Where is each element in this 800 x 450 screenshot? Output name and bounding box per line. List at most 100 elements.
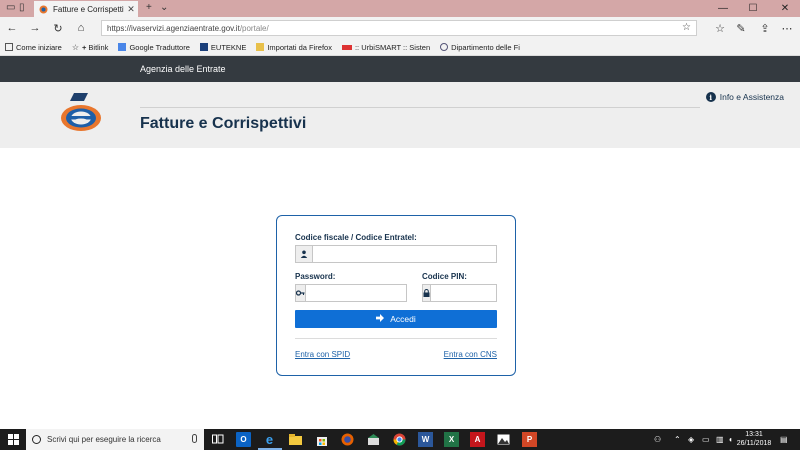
favorite-come-iniziare[interactable]: Come iniziare — [5, 43, 62, 52]
tab-aside-icon[interactable]: ▯ — [19, 2, 25, 13]
plus-icon: + — [82, 42, 87, 52]
spid-link[interactable]: Entra con SPID — [295, 350, 350, 359]
chrome-icon[interactable] — [392, 432, 407, 447]
cortana-icon — [32, 435, 41, 444]
network-icon[interactable]: ▥ — [716, 429, 724, 450]
codice-fiscale-field[interactable] — [295, 245, 497, 263]
page-title: Fatture e Corrispettivi — [140, 115, 307, 132]
windows-logo-icon — [7, 434, 19, 445]
home-button[interactable]: ⌂ — [73, 20, 89, 36]
browser-toolbar: ← → ↻ ⌂ https://ivaservizi.agenziaentrat… — [0, 17, 800, 39]
favorite-dipartimento[interactable]: Dipartimento delle Fi — [440, 43, 520, 52]
tray-expand-icon[interactable]: ⌃ — [674, 429, 681, 450]
document-icon — [5, 43, 13, 51]
photos-icon[interactable] — [496, 432, 511, 447]
address-bar[interactable]: https://ivaservizi.agenziaentrate.gov.it… — [101, 20, 697, 36]
new-tab-button[interactable]: + — [146, 2, 152, 13]
favorite-label: EUTEKNE — [210, 42, 247, 52]
file-explorer-icon[interactable] — [288, 432, 303, 447]
agency-name[interactable]: Agenzia delle Entrate — [140, 64, 226, 74]
pin-field[interactable] — [422, 284, 544, 302]
pin-input[interactable] — [431, 285, 544, 301]
sign-in-icon — [376, 314, 385, 324]
windows-taskbar: Scrivi qui per eseguire la ricerca O e W… — [0, 429, 800, 450]
browser-tab[interactable]: Fatture e Corrispettivi ✕ — [34, 1, 138, 17]
people-icon[interactable]: ⚇ — [654, 429, 661, 450]
browser-tab-strip: ▭ ▯ Fatture e Corrispettivi ✕ + ⌄ — ☐ ✕ — [0, 0, 800, 17]
firefox-icon[interactable] — [340, 432, 355, 447]
login-card: Codice fiscale / Codice Entratel: Passwo… — [276, 215, 544, 376]
url-host: https://ivaservizi.agenziaentrate.gov.it — [107, 23, 240, 33]
edge-icon[interactable]: e — [262, 432, 277, 447]
dropbox-icon[interactable]: ◈ — [688, 429, 694, 450]
maximize-button[interactable]: ☐ — [738, 0, 768, 17]
card-divider — [295, 338, 497, 339]
forward-button[interactable]: → — [27, 20, 43, 36]
favorites-hub-icon[interactable]: ☆ — [712, 20, 728, 36]
favorite-google-traduttore[interactable]: Google Traduttore — [118, 42, 190, 52]
powerpoint-icon[interactable]: P — [522, 432, 537, 447]
tab-preview-icon[interactable]: ▭ — [6, 2, 15, 13]
accedi-label: Accedi — [390, 314, 416, 324]
task-view-icon[interactable] — [210, 432, 225, 447]
taskbar-search-box[interactable]: Scrivi qui per eseguire la ricerca — [26, 429, 204, 450]
close-window-button[interactable]: ✕ — [770, 0, 800, 17]
eutekne-icon — [199, 43, 208, 51]
pin-label: Codice PIN: — [422, 272, 467, 281]
folder-icon — [256, 43, 265, 51]
password-input[interactable] — [306, 285, 419, 301]
word-icon[interactable]: W — [418, 432, 433, 447]
excel-icon[interactable]: X — [444, 432, 459, 447]
battery-icon[interactable]: ▭ — [702, 429, 710, 450]
tab-list-chevron-icon[interactable]: ⌄ — [160, 2, 168, 13]
urbismart-icon — [341, 44, 352, 50]
password-field[interactable] — [295, 284, 419, 302]
taskbar-clock[interactable]: 13:31 26/11/2018 — [736, 431, 772, 448]
back-button[interactable]: ← — [4, 20, 20, 36]
favorite-label: :: UrbiSMART :: Sisten — [354, 42, 431, 52]
favorite-label: Bitlink — [88, 42, 109, 52]
store-icon[interactable] — [314, 432, 329, 447]
favorite-urbismart[interactable]: :: UrbiSMART :: Sisten — [341, 42, 431, 52]
cns-link[interactable]: Entra con CNS — [444, 350, 497, 359]
key-icon — [296, 285, 306, 301]
url-path: /portale/ — [239, 23, 269, 33]
lock-icon — [423, 285, 431, 301]
favorites-bar: Come iniziare ☆ + Bitlink Google Tradutt… — [0, 39, 800, 56]
notes-pen-icon[interactable]: ✎ — [733, 20, 749, 36]
info-assistenza-link[interactable]: i Info e Assistenza — [705, 92, 784, 102]
tab-close-icon[interactable]: ✕ — [124, 4, 138, 15]
agenzia-entrate-logo[interactable] — [58, 91, 104, 133]
agenzia-favicon — [39, 5, 48, 14]
star-plus-icon: ☆ — [71, 42, 80, 52]
codice-fiscale-label: Codice fiscale / Codice Entratel: — [295, 233, 417, 242]
favorite-star-icon[interactable]: ☆ — [682, 22, 691, 33]
user-icon — [296, 246, 313, 262]
password-label: Password: — [295, 272, 336, 281]
tab-title: Fatture e Corrispettivi — [53, 4, 124, 14]
clock-date: 26/11/2018 — [736, 439, 772, 447]
share-icon[interactable]: ⇪ — [757, 20, 773, 36]
codice-fiscale-input[interactable] — [313, 246, 496, 262]
site-header: Fatture e Corrispettivi i Info e Assiste… — [0, 82, 800, 148]
minimize-button[interactable]: — — [708, 0, 738, 17]
action-center-icon[interactable]: ▤ — [780, 429, 788, 450]
favorite-label: Importati da Firefox — [267, 42, 332, 52]
volume-icon[interactable]: ◖ — [728, 429, 733, 450]
outlook-icon[interactable]: O — [236, 432, 251, 447]
network-app-icon[interactable] — [366, 432, 381, 447]
windows-start-button[interactable] — [0, 429, 26, 450]
favorite-label: Google Traduttore — [129, 42, 190, 52]
favorite-bitlink[interactable]: ☆ + Bitlink — [72, 43, 109, 52]
accedi-button[interactable]: Accedi — [295, 310, 497, 328]
department-icon — [440, 43, 449, 51]
favorite-importati-firefox[interactable]: Importati da Firefox — [256, 43, 332, 52]
header-divider — [140, 107, 700, 108]
refresh-button[interactable]: ↻ — [50, 20, 66, 36]
acrobat-icon[interactable]: A — [470, 432, 485, 447]
site-top-bar: Agenzia delle Entrate — [0, 56, 800, 82]
more-menu-icon[interactable]: ⋯ — [779, 20, 795, 36]
favorite-eutekne[interactable]: EUTEKNE — [199, 42, 247, 52]
microphone-icon[interactable] — [192, 434, 197, 443]
search-placeholder: Scrivi qui per eseguire la ricerca — [47, 435, 161, 444]
